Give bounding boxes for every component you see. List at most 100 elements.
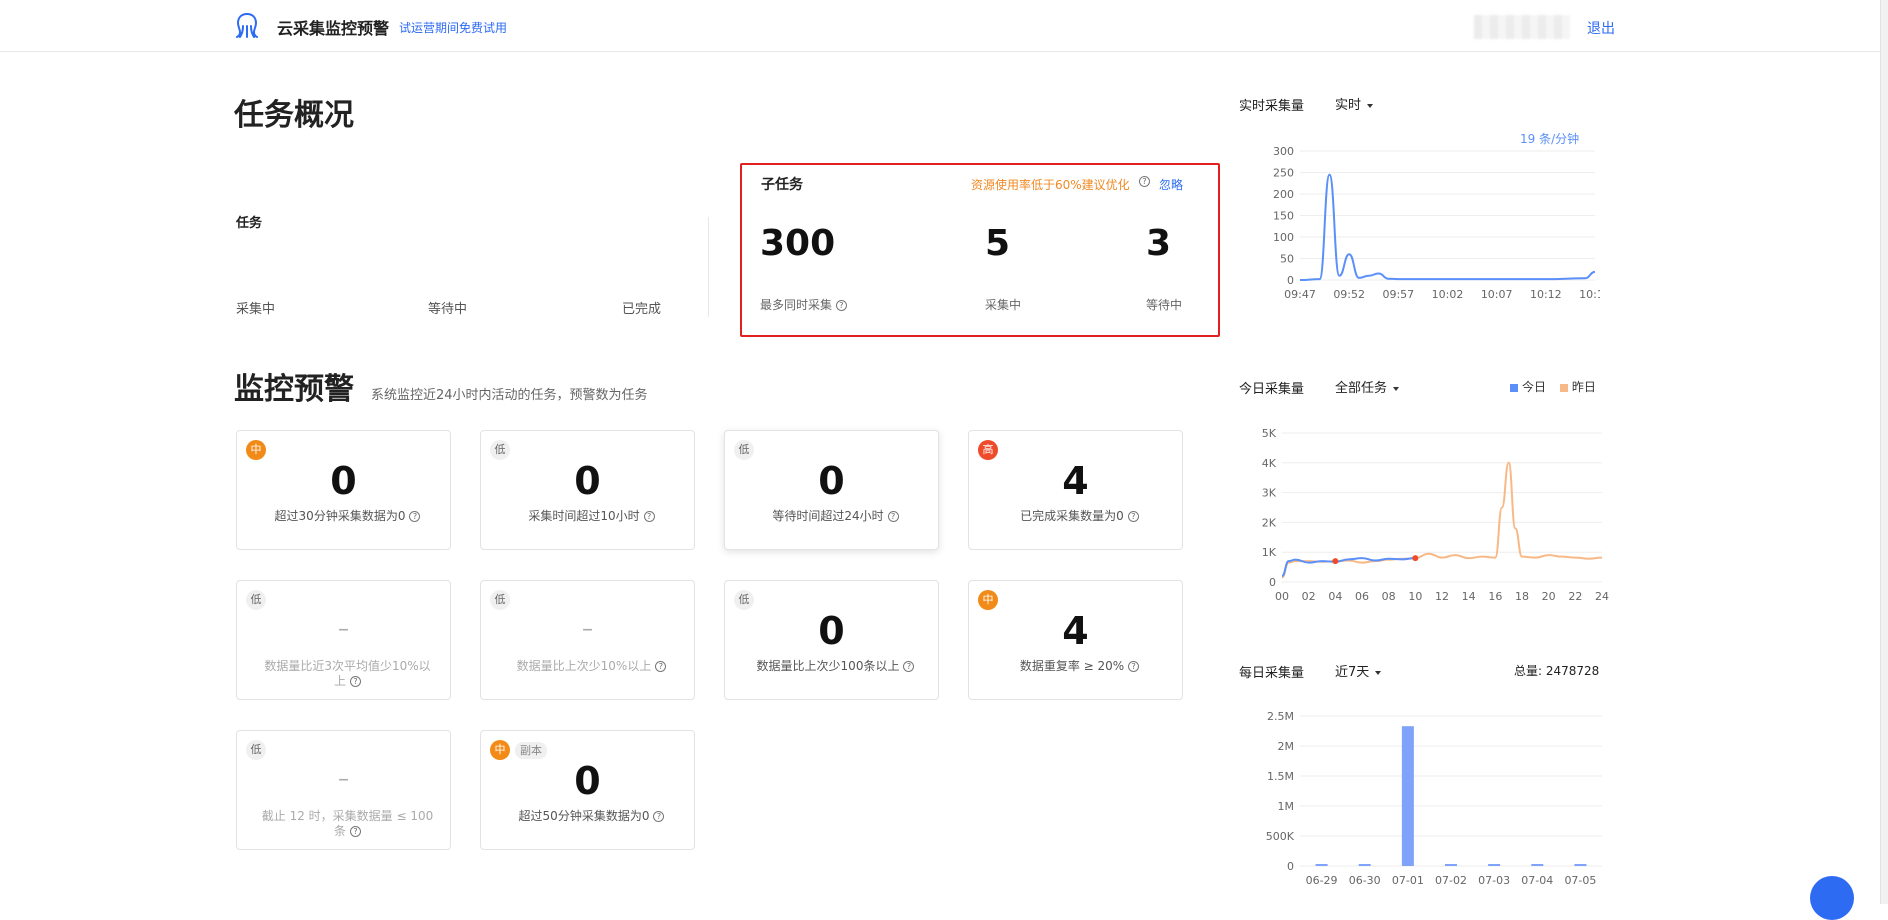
x-tick-label: 10 — [1408, 590, 1422, 603]
severity-badge: 低 — [246, 590, 266, 610]
alert-card[interactable]: 低 – 数据量比上次少10%以上? — [480, 580, 695, 700]
y-tick-label: 1M — [1278, 800, 1295, 813]
help-icon[interactable]: ? — [887, 511, 899, 522]
anomaly-marker — [1332, 558, 1339, 565]
caret-down-icon — [1375, 670, 1382, 675]
x-tick-label: 07-01 — [1392, 874, 1424, 887]
x-tick-label: 07-02 — [1435, 874, 1467, 887]
alert-card[interactable]: 低 0 数据量比上次少100条以上? — [724, 580, 939, 700]
y-tick-label: 0 — [1269, 576, 1276, 589]
copy-tag: 副本 — [515, 742, 547, 759]
x-tick-label: 06-30 — [1349, 874, 1381, 887]
alert-count: 0 — [574, 759, 601, 803]
top-bar: 云采集监控预警 试运营期间免费试用 退出 — [0, 0, 1888, 52]
user-avatar-blurred[interactable] — [1474, 15, 1570, 39]
alert-card[interactable]: 中 4 数据重复率 ≥ 20%? — [968, 580, 1183, 700]
daily-bar — [1401, 726, 1414, 866]
help-icon[interactable]: ? — [409, 511, 421, 522]
subtask-title: 子任务 — [761, 177, 803, 193]
x-tick-label: 24 — [1595, 590, 1609, 603]
alert-card[interactable]: 低 – 数据量比近3次平均值少10%以上? — [236, 580, 451, 700]
help-icon[interactable]: ? — [835, 300, 847, 311]
legend-yesterday-swatch — [1559, 383, 1568, 392]
caret-down-icon — [1393, 386, 1400, 391]
ignore-link[interactable]: 忽略 — [1159, 176, 1183, 193]
app-title: 云采集监控预警 — [277, 19, 390, 38]
severity-badge: 中 — [490, 740, 510, 760]
help-icon[interactable]: ? — [1127, 511, 1139, 522]
help-icon[interactable]: ? — [643, 511, 655, 522]
legend-today: 今日 — [1522, 380, 1547, 394]
customer-service-button[interactable] — [1810, 876, 1854, 920]
x-tick-label: 12 — [1435, 590, 1449, 603]
daily-bar — [1488, 864, 1501, 866]
trial-notice[interactable]: 试运营期间免费试用 — [399, 19, 507, 36]
y-tick-label: 200 — [1273, 188, 1294, 201]
realtime-select[interactable]: 实时 — [1335, 94, 1374, 113]
alert-card[interactable]: 中副本 0 超过50分钟采集数据为0? — [480, 730, 695, 850]
alert-card[interactable]: 低 0 等待时间超过24小时? — [724, 430, 939, 550]
alert-count: 0 — [330, 459, 357, 503]
subtask-panel: 子任务 资源使用率低于60%建议优化 ? 忽略 300 最多同时采集 ? 5 采… — [740, 163, 1220, 337]
today-chart: 0 1K 2K 3K 4K 5K 00 02 04 06 08 10 12 14 16 18 20 22 24 — [1262, 427, 1609, 603]
alert-description: 超过30分钟采集数据为0? — [261, 509, 434, 524]
subtask-collecting-label: 采集中 — [985, 298, 1022, 312]
alert-count: 0 — [818, 459, 845, 503]
help-icon[interactable]: ? — [655, 661, 667, 672]
max-concurrent-value: 300 — [760, 223, 836, 264]
y-tick-label: 2M — [1278, 740, 1295, 753]
help-icon[interactable]: ? — [903, 661, 915, 672]
x-tick-label: 09:47 — [1284, 288, 1316, 301]
alert-description: 数据量比上次少100条以上? — [749, 659, 922, 674]
x-tick-label: 22 — [1568, 590, 1582, 603]
octopus-logo-icon — [236, 13, 258, 38]
x-tick-label: 20 — [1542, 590, 1556, 603]
page-scrollbar[interactable] — [1880, 0, 1888, 904]
overview-title: 任务概况 — [234, 98, 354, 133]
monitor-title: 监控预警 — [234, 372, 354, 407]
x-tick-label: 02 — [1302, 590, 1316, 603]
x-tick-label: 09:57 — [1382, 288, 1414, 301]
daily-range-select[interactable]: 近7天 — [1335, 661, 1382, 680]
today-title: 今日采集量 — [1239, 382, 1305, 397]
yesterday-series-line — [1281, 461, 1603, 579]
task-waiting-label: 等待中 — [428, 302, 468, 317]
alert-card[interactable]: 低 – 截止 12 时，采集数据量 ≤ 100 条? — [236, 730, 451, 850]
alert-description: 数据重复率 ≥ 20%? — [993, 659, 1166, 674]
overview-divider — [708, 217, 709, 317]
x-tick-label: 00 — [1275, 590, 1289, 603]
y-tick-label: 0 — [1287, 860, 1294, 873]
x-tick-label: 09:52 — [1333, 288, 1365, 301]
alert-card[interactable]: 中 0 超过30分钟采集数据为0? — [236, 430, 451, 550]
severity-badge: 低 — [734, 590, 754, 610]
realtime-chart: 0 50 100 150 200 250 300 09:47 09:52 09:57 10:02 10… — [1273, 145, 1600, 301]
daily-bar — [1445, 864, 1457, 866]
monitor-description: 系统监控近24小时内活动的任务，预警数为任务 — [371, 388, 648, 403]
legend-today-swatch — [1510, 383, 1518, 392]
x-tick-label: 07-04 — [1521, 874, 1553, 887]
help-icon[interactable]: ? — [653, 811, 665, 822]
x-tick-label: 10:12 — [1530, 288, 1562, 301]
logout-link[interactable]: 退出 — [1587, 18, 1615, 38]
x-tick-label: 10:02 — [1432, 288, 1464, 301]
alert-card[interactable]: 高 4 已完成采集数量为0? — [968, 430, 1183, 550]
help-icon[interactable]: ? — [1139, 176, 1150, 187]
x-tick-label: 10:07 — [1481, 288, 1513, 301]
max-concurrent-label: 最多同时采集 ? — [760, 296, 847, 313]
alert-description: 已完成采集数量为0? — [993, 509, 1166, 524]
alert-count: – — [338, 617, 349, 642]
help-icon[interactable]: ? — [1128, 661, 1140, 672]
severity-badge: 中 — [246, 440, 266, 460]
alert-card[interactable]: 低 0 采集时间超过10小时? — [480, 430, 695, 550]
help-icon[interactable]: ? — [350, 826, 361, 837]
today-task-select[interactable]: 全部任务 — [1335, 377, 1400, 396]
x-tick-label: 06 — [1355, 590, 1369, 603]
severity-badge: 高 — [978, 440, 998, 460]
y-tick-label: 50 — [1280, 253, 1294, 266]
help-icon[interactable]: ? — [350, 676, 361, 687]
daily-chart: 0 500K 1M 1.5M 2M 2.5M 06-29 06-30 07-01 07-02 07-… — [1266, 710, 1602, 887]
x-tick-label: 08 — [1382, 590, 1396, 603]
subtask-collecting-value: 5 — [985, 223, 1011, 264]
severity-badge: 低 — [490, 440, 510, 460]
alert-count: 4 — [1062, 609, 1089, 653]
